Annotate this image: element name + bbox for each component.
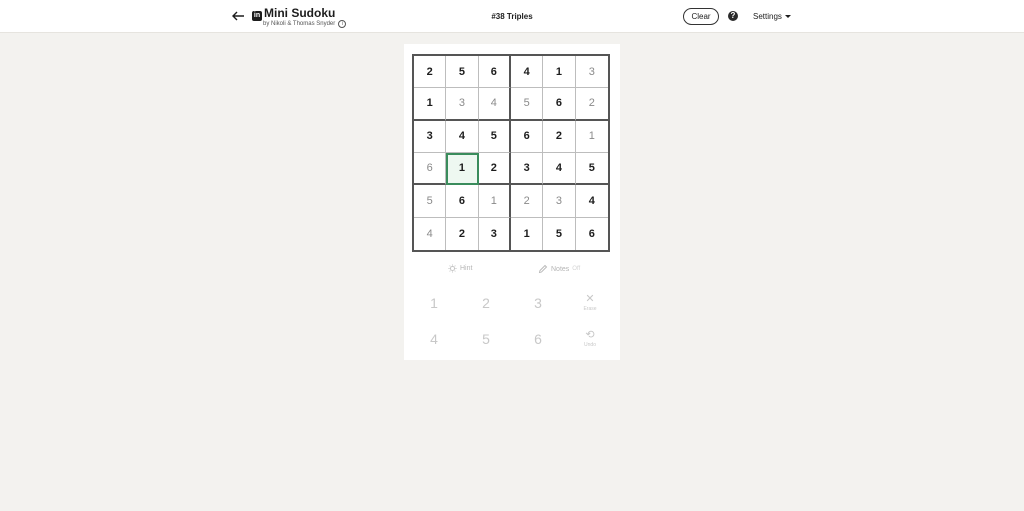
grid-cell[interactable]: 2 — [575, 88, 608, 121]
grid-cell[interactable]: 2 — [446, 217, 479, 250]
grid-cell[interactable]: 5 — [478, 120, 511, 153]
grid-cell[interactable]: 2 — [414, 56, 447, 89]
clear-button[interactable]: Clear — [683, 8, 719, 25]
grid-cell[interactable]: 4 — [414, 217, 447, 250]
top-bar: in Mini Sudoku by Nikoli & Thomas Snyder… — [0, 0, 1024, 33]
selected-grid-cell[interactable]: 1 — [446, 152, 479, 186]
settings-menu[interactable]: Settings — [753, 12, 791, 21]
grid-cell[interactable]: 6 — [478, 56, 511, 89]
grid-cell[interactable]: 3 — [510, 152, 544, 186]
caret-down-icon — [784, 15, 791, 18]
keypad-4[interactable]: 4 — [414, 324, 454, 354]
settings-label: Settings — [753, 12, 782, 21]
grid-cell[interactable]: 1 — [575, 121, 608, 153]
grid-cell[interactable]: 4 — [575, 185, 608, 218]
grid-cell[interactable]: 4 — [510, 56, 544, 89]
byline-text: by Nikoli & Thomas Snyder — [263, 21, 336, 27]
notes-toggle[interactable]: Notes Off — [538, 264, 580, 274]
grid-cell[interactable]: 5 — [446, 56, 479, 89]
grid-cell[interactable]: 1 — [511, 217, 544, 250]
keypad-5[interactable]: 5 — [466, 324, 506, 354]
grid-cell[interactable]: 4 — [478, 88, 511, 121]
undo-icon: ⟲ — [585, 329, 595, 341]
grid-cell[interactable]: 6 — [576, 218, 608, 250]
grid-cell[interactable]: 4 — [543, 152, 576, 186]
grid-cell[interactable]: 5 — [575, 153, 608, 186]
grid-cell[interactable]: 5 — [543, 217, 576, 250]
hint-label: Hint — [460, 265, 473, 272]
grid-cell[interactable]: 4 — [446, 120, 479, 153]
help-icon[interactable]: ? — [728, 11, 738, 21]
grid-cell[interactable]: 3 — [414, 120, 447, 153]
grid-cell[interactable]: 6 — [446, 185, 479, 218]
keypad-6[interactable]: 6 — [518, 324, 558, 354]
grid-cell[interactable]: 2 — [478, 152, 511, 186]
game-panel: 256413134562345621612345561234423156 Hin… — [404, 44, 620, 360]
keypad-2[interactable]: 2 — [466, 288, 506, 318]
undo-label: Undo — [584, 342, 596, 348]
grid-cell[interactable]: 1 — [414, 88, 447, 121]
grid-cell[interactable]: 2 — [510, 185, 544, 218]
grid-cell[interactable]: 5 — [414, 185, 447, 218]
puzzle-title: #38 Triples — [491, 12, 533, 21]
grid-cell[interactable]: 6 — [543, 88, 576, 121]
undo-button[interactable]: ⟲ Undo — [570, 324, 610, 354]
grid-cell[interactable]: 3 — [575, 56, 608, 89]
notes-label: Notes — [551, 265, 570, 273]
grid-cell[interactable]: 3 — [479, 217, 511, 250]
x-icon: ✕ — [585, 293, 595, 305]
grid-cell[interactable]: 3 — [446, 88, 479, 121]
hint-button[interactable]: Hint — [448, 264, 472, 273]
grid-cell[interactable]: 2 — [543, 120, 576, 153]
number-keypad: 1 2 3 ✕ Erase 4 5 6 ⟲ Undo — [404, 288, 620, 354]
keypad-1[interactable]: 1 — [414, 288, 454, 318]
keypad-3[interactable]: 3 — [518, 288, 558, 318]
grid-cell[interactable]: 1 — [478, 185, 511, 218]
lightbulb-icon — [448, 264, 457, 273]
sudoku-grid: 256413134562345621612345561234423156 — [412, 54, 610, 252]
erase-label: Erase — [583, 306, 597, 312]
notes-state: Off — [572, 266, 581, 272]
grid-cell[interactable]: 1 — [543, 56, 576, 89]
tool-bar: Hint Notes Off — [404, 262, 620, 278]
grid-cell[interactable]: 3 — [543, 185, 576, 218]
grid-cell[interactable]: 6 — [414, 152, 447, 186]
grid-cell[interactable]: 6 — [510, 120, 544, 153]
erase-button[interactable]: ✕ Erase — [570, 288, 610, 318]
grid-cell[interactable]: 5 — [510, 88, 544, 121]
byline: by Nikoli & Thomas Snyder i — [263, 20, 347, 28]
pencil-icon — [538, 264, 548, 274]
info-icon[interactable]: i — [338, 20, 347, 28]
